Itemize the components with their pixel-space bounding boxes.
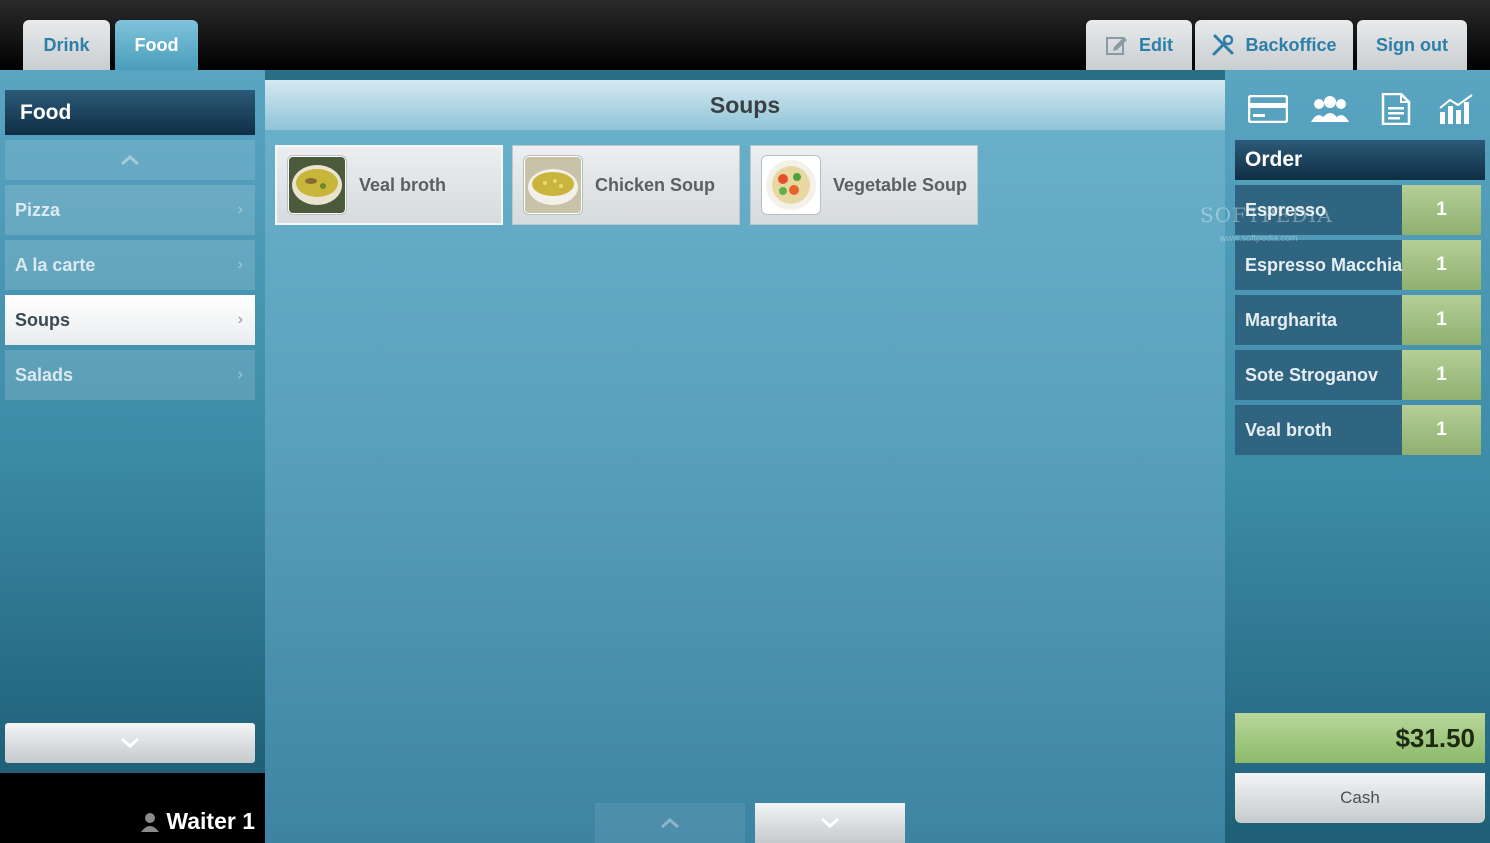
product-panel: Soups Veal broth Chicken Soup Vegetable … [265, 80, 1225, 843]
receipt-button[interactable] [1371, 90, 1421, 128]
top-bar: Drink Food Edit Backoffice Sign out [0, 0, 1490, 70]
vegetable-soup-bowl-icon [761, 155, 821, 215]
order-item-qty[interactable]: 1 [1402, 295, 1481, 345]
chevron-up-icon [661, 818, 679, 829]
chevron-right-icon: › [237, 201, 243, 218]
edit-label: Edit [1139, 34, 1173, 55]
product-page-down-button[interactable] [755, 803, 905, 843]
category-item-a-la-carte[interactable]: A la carte › [5, 240, 255, 290]
product-vegetable-soup[interactable]: Vegetable Soup [750, 145, 978, 225]
category-panel: Food Pizza › A la carte › Soups › Salads… [0, 70, 265, 773]
order-item-name: Margharita [1235, 295, 1402, 345]
chevron-down-icon [121, 737, 139, 748]
order-row[interactable]: Margharita 1 [1235, 295, 1481, 345]
cash-button[interactable]: Cash [1235, 773, 1485, 823]
order-row[interactable]: Sote Stroganov 1 [1235, 350, 1481, 400]
category-item-pizza[interactable]: Pizza › [5, 185, 255, 235]
category-label: A la carte [15, 254, 96, 275]
order-item-qty[interactable]: 1 [1402, 350, 1481, 400]
order-item-name: Espresso [1235, 185, 1402, 235]
waiter-indicator: Waiter 1 [140, 808, 255, 835]
order-header: Order [1235, 140, 1485, 180]
order-item-name: Espresso Macchiato [1235, 240, 1402, 290]
category-header: Food [5, 90, 255, 135]
credit-card-icon [1248, 95, 1288, 123]
chevron-right-icon: › [237, 256, 243, 273]
product-name: Vegetable Soup [833, 174, 968, 195]
customers-button[interactable] [1305, 90, 1355, 128]
category-label: Salads [15, 364, 74, 385]
order-item-qty[interactable]: 1 [1402, 185, 1481, 235]
order-panel: Order Espresso 1 Espresso Macchiato 1 Ma… [1225, 70, 1490, 843]
edit-icon [1106, 37, 1127, 55]
veal-broth-soup-bowl-icon [287, 155, 347, 215]
waiter-name: Waiter 1 [166, 808, 255, 834]
order-item-qty[interactable]: 1 [1402, 240, 1481, 290]
chevron-up-icon [121, 155, 139, 166]
order-item-qty[interactable]: 1 [1402, 405, 1481, 455]
edit-button[interactable]: Edit [1086, 20, 1192, 70]
bar-chart-icon [1439, 94, 1473, 124]
user-icon [141, 812, 160, 832]
product-page-up-button[interactable] [595, 803, 745, 843]
product-panel-title: Soups [265, 80, 1225, 130]
tab-food[interactable]: Food [115, 20, 198, 70]
sign-out-button[interactable]: Sign out [1357, 20, 1467, 70]
category-label: Soups [15, 309, 71, 330]
category-scroll-up-button[interactable] [5, 140, 255, 180]
product-veal-broth[interactable]: Veal broth [275, 145, 503, 225]
statistics-button[interactable] [1432, 90, 1482, 128]
category-label: Pizza [15, 199, 61, 220]
category-item-salads[interactable]: Salads › [5, 350, 255, 400]
order-row[interactable]: Espresso 1 [1235, 185, 1481, 235]
category-item-soups[interactable]: Soups › [5, 295, 255, 345]
payment-card-button[interactable] [1243, 90, 1293, 128]
waiter-bar: Waiter 1 [0, 773, 265, 843]
document-icon [1381, 93, 1411, 125]
product-name: Chicken Soup [595, 174, 716, 195]
chicken-soup-bowl-icon [523, 155, 583, 215]
order-item-name: Sote Stroganov [1235, 350, 1402, 400]
chevron-down-icon [821, 817, 839, 828]
tab-drink[interactable]: Drink [23, 20, 110, 70]
order-item-name: Veal broth [1235, 405, 1402, 455]
chevron-right-icon: › [237, 311, 243, 328]
product-name: Veal broth [359, 174, 447, 195]
users-icon [1311, 96, 1349, 122]
tools-icon [1212, 34, 1234, 56]
category-scroll-down-button[interactable] [5, 723, 255, 763]
order-row[interactable]: Espresso Macchiato 1 [1235, 240, 1481, 290]
product-chicken-soup[interactable]: Chicken Soup [512, 145, 740, 225]
backoffice-label: Backoffice [1245, 34, 1337, 55]
backoffice-button[interactable]: Backoffice [1195, 20, 1353, 70]
order-total: $31.50 [1235, 713, 1485, 763]
order-row[interactable]: Veal broth 1 [1235, 405, 1481, 455]
chevron-right-icon: › [237, 366, 243, 383]
